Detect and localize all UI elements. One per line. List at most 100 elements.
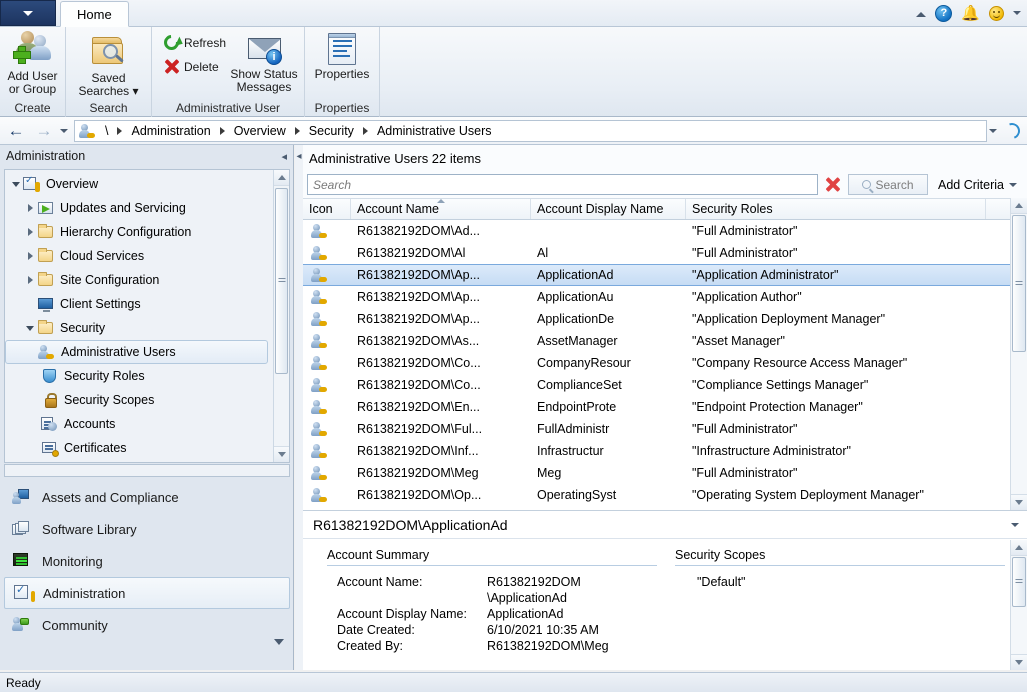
column-header-account-name[interactable]: Account Name — [351, 199, 531, 219]
breadcrumb[interactable]: \ Administration Overview Security Admin… — [74, 120, 987, 142]
tree-item-client-settings[interactable]: Client Settings — [5, 292, 272, 316]
tree-item-certificates[interactable]: Certificates — [5, 436, 272, 460]
recent-locations-dropdown[interactable] — [56, 119, 72, 143]
twisty-open-icon[interactable] — [23, 326, 37, 331]
breadcrumb-item-security[interactable]: Security — [303, 124, 360, 138]
sidebar-item-monitoring[interactable]: Monitoring — [4, 545, 290, 577]
sidebar-item-assets-and-compliance[interactable]: Assets and Compliance — [4, 481, 290, 513]
assets-and-compliance-icon — [12, 488, 34, 506]
show-more-workspaces-icon[interactable] — [274, 639, 284, 645]
scroll-down-button[interactable] — [274, 446, 289, 462]
scrollbar-thumb[interactable] — [1012, 557, 1026, 607]
tab-home[interactable]: Home — [60, 1, 129, 27]
add-criteria-button[interactable]: Add Criteria — [932, 178, 1023, 192]
feedback-smiley-icon[interactable] — [989, 6, 1004, 21]
twisty-open-icon[interactable] — [9, 182, 23, 187]
collapse-sidebar-icon[interactable]: ◂ — [281, 150, 287, 163]
tree-item-label: Administrative Users — [61, 345, 176, 359]
table-row[interactable]: R61382192DOM\Co... ComplianceSet "Compli… — [303, 374, 1010, 396]
tree-item-overview[interactable]: Overview — [5, 172, 272, 196]
cell-account-name: R61382192DOM\Co... — [351, 378, 531, 392]
scroll-up-button[interactable] — [274, 170, 289, 186]
help-icon[interactable]: ? — [935, 5, 952, 22]
twisty-closed-icon[interactable] — [23, 228, 37, 236]
back-button[interactable]: ← — [4, 119, 28, 143]
tree-vertical-scrollbar[interactable] — [273, 170, 289, 462]
breadcrumb-separator-icon[interactable] — [117, 127, 122, 135]
cell-account-name: R61382192DOM\Co... — [351, 356, 531, 370]
table-row[interactable]: R61382192DOM\As... AssetManager "Asset M… — [303, 330, 1010, 352]
table-row[interactable]: R61382192DOM\Al Al "Full Administrator" — [303, 242, 1010, 264]
tree-horizontal-scrollbar[interactable] — [4, 464, 290, 477]
table-row[interactable]: R61382192DOM\Op... OperatingSyst "Operat… — [303, 484, 1010, 506]
column-header-icon[interactable]: Icon — [303, 199, 351, 219]
table-row[interactable]: R61382192DOM\Inf... Infrastructur "Infra… — [303, 440, 1010, 462]
column-label: Account Name — [357, 202, 439, 216]
table-row[interactable]: R61382192DOM\En... EndpointProte "Endpoi… — [303, 396, 1010, 418]
detail-vertical-scrollbar[interactable] — [1010, 540, 1027, 670]
breadcrumb-separator-icon[interactable] — [295, 127, 300, 135]
delete-button[interactable]: Delete — [164, 59, 219, 74]
breadcrumb-item-overview[interactable]: Overview — [228, 124, 292, 138]
cell-account-name: R61382192DOM\Al — [351, 246, 531, 260]
table-vertical-scrollbar[interactable] — [1010, 198, 1027, 510]
table-row[interactable]: R61382192DOM\Ap... ApplicationAu "Applic… — [303, 286, 1010, 308]
tree-item-administrative-users[interactable]: Administrative Users — [5, 340, 268, 364]
collapse-ribbon-icon[interactable] — [916, 12, 926, 17]
sidebar-item-software-library[interactable]: Software Library — [4, 513, 290, 545]
detail-pane: R61382192DOM\ApplicationAd Account Summa… — [303, 510, 1027, 670]
show-status-messages-button[interactable]: i Show Status Messages — [228, 35, 300, 94]
tree-item-accounts[interactable]: Accounts — [5, 412, 272, 436]
refresh-icon[interactable] — [1001, 120, 1022, 141]
breadcrumb-item-administration[interactable]: Administration — [125, 124, 216, 138]
breadcrumb-separator-icon[interactable] — [220, 127, 225, 135]
tree-item-site-configuration[interactable]: Site Configuration — [5, 268, 272, 292]
table-row[interactable]: R61382192DOM\Ad... "Full Administrator" — [303, 220, 1010, 242]
chevron-down-icon[interactable] — [989, 129, 997, 133]
application-menu-button[interactable] — [0, 0, 56, 26]
column-label: Security Roles — [692, 202, 773, 216]
twisty-closed-icon[interactable] — [23, 204, 37, 212]
tree-item-security-roles[interactable]: Security Roles — [5, 364, 272, 388]
scrollbar-thumb[interactable] — [1012, 215, 1026, 352]
column-header-security-roles[interactable]: Security Roles — [686, 199, 986, 219]
notification-bell-icon[interactable]: 🔔 — [961, 6, 980, 21]
cell-account-name: R61382192DOM\As... — [351, 334, 531, 348]
tree-item-security[interactable]: Security — [5, 316, 272, 340]
add-user-or-group-button[interactable]: Add User or Group — [0, 31, 65, 96]
table-row[interactable]: R61382192DOM\Meg Meg "Full Administrator… — [303, 462, 1010, 484]
column-header-account-display-name[interactable]: Account Display Name — [531, 199, 686, 219]
refresh-button[interactable]: Refresh — [164, 35, 226, 50]
scroll-up-button[interactable] — [1011, 198, 1027, 214]
tree-item-cloud-services[interactable]: Cloud Services — [5, 244, 272, 268]
scroll-down-button[interactable] — [1011, 494, 1027, 510]
scrollbar-thumb[interactable] — [275, 188, 288, 374]
saved-searches-button[interactable]: Saved Searches ▾ — [66, 35, 151, 98]
chevron-down-icon[interactable] — [1011, 523, 1019, 527]
cell-display-name: OperatingSyst — [531, 488, 686, 502]
properties-button[interactable]: Properties — [305, 33, 379, 81]
sidebar-item-administration[interactable]: Administration — [4, 577, 290, 609]
tree-item-hierarchy-configuration[interactable]: Hierarchy Configuration — [5, 220, 272, 244]
breadcrumb-separator-icon[interactable] — [363, 127, 368, 135]
scroll-down-button[interactable] — [1011, 654, 1027, 670]
forward-button[interactable]: → — [32, 119, 56, 143]
breadcrumb-item-administrative-users[interactable]: Administrative Users — [371, 124, 498, 138]
table-row[interactable]: R61382192DOM\Ap... ApplicationAd "Applic… — [303, 264, 1010, 286]
feedback-dropdown-icon[interactable] — [1013, 11, 1021, 15]
collapse-content-icon[interactable]: ◂ — [295, 151, 303, 162]
twisty-closed-icon[interactable] — [23, 276, 37, 284]
add-criteria-label: Add Criteria — [938, 178, 1004, 192]
table-row[interactable]: R61382192DOM\Ful... FullAdministr "Full … — [303, 418, 1010, 440]
twisty-closed-icon[interactable] — [23, 252, 37, 260]
table-row[interactable]: R61382192DOM\Co... CompanyResour "Compan… — [303, 352, 1010, 374]
search-input[interactable]: Search — [307, 174, 818, 195]
search-button[interactable]: Search — [848, 174, 928, 195]
clear-search-icon[interactable] — [822, 174, 844, 195]
scroll-up-button[interactable] — [1011, 540, 1027, 556]
table-row[interactable]: R61382192DOM\Ap... ApplicationDe "Applic… — [303, 308, 1010, 330]
tree-item-security-scopes[interactable]: Security Scopes — [5, 388, 272, 412]
content-splitter[interactable]: ◂ — [295, 145, 303, 670]
sidebar-item-community[interactable]: Community — [4, 609, 290, 641]
tree-item-updates-and-servicing[interactable]: Updates and Servicing — [5, 196, 272, 220]
